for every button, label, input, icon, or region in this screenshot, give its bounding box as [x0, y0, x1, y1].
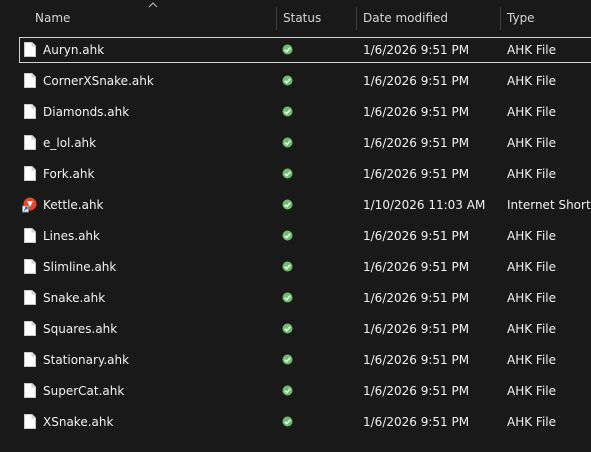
file-icon [24, 377, 38, 405]
file-type: AHK File [507, 105, 556, 119]
synced-icon [282, 36, 294, 64]
file-date-modified: 1/6/2026 9:51 PM [363, 353, 470, 367]
file-row[interactable]: Lines.ahk 1/6/2026 9:51 PM AHK File [0, 222, 591, 253]
file-icon [24, 408, 38, 436]
synced-icon [282, 160, 294, 188]
file-row[interactable]: Fork.ahk 1/6/2026 9:51 PM AHK File [0, 160, 591, 191]
synced-icon [282, 377, 294, 405]
file-date-modified: 1/10/2026 11:03 AM [363, 198, 486, 212]
file-icon [24, 67, 38, 95]
file-row[interactable]: Diamonds.ahk 1/6/2026 9:51 PM AHK File [0, 98, 591, 129]
synced-icon [282, 346, 294, 374]
file-date-modified: 1/6/2026 9:51 PM [363, 74, 470, 88]
file-date-modified: 1/6/2026 9:51 PM [363, 260, 470, 274]
file-icon [24, 160, 38, 188]
column-divider[interactable] [276, 7, 277, 30]
file-row[interactable]: CornerXSnake.ahk 1/6/2026 9:51 PM AHK File [0, 67, 591, 98]
file-name: Diamonds.ahk [43, 105, 130, 119]
column-divider[interactable] [356, 7, 357, 30]
file-icon [24, 315, 38, 343]
file-type: AHK File [507, 291, 556, 305]
synced-icon [282, 98, 294, 126]
file-name: e_lol.ahk [43, 136, 97, 150]
selection-outline [19, 37, 591, 63]
file-name: Auryn.ahk [43, 43, 105, 57]
file-name: CornerXSnake.ahk [43, 74, 154, 88]
file-type: AHK File [507, 136, 556, 150]
file-name: Kettle.ahk [43, 198, 104, 212]
file-row[interactable]: Kettle.ahk 1/10/2026 11:03 AM Internet Sho… [0, 191, 591, 222]
synced-icon [282, 253, 294, 281]
file-row[interactable]: Slimline.ahk 1/6/2026 9:51 PM AHK File [0, 253, 591, 284]
file-row[interactable]: Snake.ahk 1/6/2026 9:51 PM AHK File [0, 284, 591, 315]
file-name: Lines.ahk [43, 229, 100, 243]
file-icon [24, 129, 38, 157]
synced-icon [282, 408, 294, 436]
file-icon [24, 284, 38, 312]
column-header-type[interactable]: Type [507, 5, 535, 31]
file-type: AHK File [507, 322, 556, 336]
file-icon [24, 222, 38, 250]
column-header-name[interactable]: Name [35, 5, 70, 31]
synced-icon [282, 222, 294, 250]
file-name: XSnake.ahk [43, 415, 114, 429]
synced-icon [282, 67, 294, 95]
file-row[interactable]: SuperCat.ahk 1/6/2026 9:51 PM AHK File [0, 377, 591, 408]
file-list-view: Name Status Date modified Type Auryn.ahk… [0, 0, 591, 452]
file-row[interactable]: Stationary.ahk 1/6/2026 9:51 PM AHK File [0, 346, 591, 377]
file-date-modified: 1/6/2026 9:51 PM [363, 167, 470, 181]
file-name: SuperCat.ahk [43, 384, 125, 398]
file-icon [24, 98, 38, 126]
column-header-bar: Name Status Date modified Type [0, 0, 591, 36]
file-date-modified: 1/6/2026 9:51 PM [363, 43, 470, 57]
file-row[interactable]: Auryn.ahk 1/6/2026 9:51 PM AHK File [0, 36, 591, 67]
chevron-up-icon[interactable] [148, 2, 158, 8]
file-date-modified: 1/6/2026 9:51 PM [363, 415, 470, 429]
file-date-modified: 1/6/2026 9:51 PM [363, 322, 470, 336]
file-icon [24, 36, 38, 64]
column-header-status[interactable]: Status [283, 5, 321, 31]
file-type: AHK File [507, 260, 556, 274]
file-type: AHK File [507, 74, 556, 88]
column-divider[interactable] [500, 7, 501, 30]
file-row[interactable]: XSnake.ahk 1/6/2026 9:51 PM AHK File [0, 408, 591, 439]
file-name: Slimline.ahk [43, 260, 117, 274]
file-row[interactable]: Squares.ahk 1/6/2026 9:51 PM AHK File [0, 315, 591, 346]
file-name: Stationary.ahk [43, 353, 130, 367]
file-name: Squares.ahk [43, 322, 118, 336]
file-date-modified: 1/6/2026 9:51 PM [363, 105, 470, 119]
file-date-modified: 1/6/2026 9:51 PM [363, 229, 470, 243]
internet-shortcut-icon [22, 191, 38, 219]
file-type: AHK File [507, 167, 556, 181]
file-name: Fork.ahk [43, 167, 95, 181]
file-row[interactable]: e_lol.ahk 1/6/2026 9:51 PM AHK File [0, 129, 591, 160]
file-name: Snake.ahk [43, 291, 106, 305]
file-icon [24, 346, 38, 374]
synced-icon [282, 191, 294, 219]
file-date-modified: 1/6/2026 9:51 PM [363, 291, 470, 305]
file-date-modified: 1/6/2026 9:51 PM [363, 384, 470, 398]
synced-icon [282, 129, 294, 157]
file-date-modified: 1/6/2026 9:51 PM [363, 136, 470, 150]
file-type: AHK File [507, 353, 556, 367]
file-icon [24, 253, 38, 281]
file-type: Internet Shortcu [507, 198, 591, 212]
file-type: AHK File [507, 415, 556, 429]
synced-icon [282, 315, 294, 343]
file-type: AHK File [507, 43, 556, 57]
file-type: AHK File [507, 384, 556, 398]
file-rows: Auryn.ahk 1/6/2026 9:51 PM AHK File CornerX… [0, 36, 591, 439]
column-header-date-modified[interactable]: Date modified [363, 5, 448, 31]
file-type: AHK File [507, 229, 556, 243]
synced-icon [282, 284, 294, 312]
